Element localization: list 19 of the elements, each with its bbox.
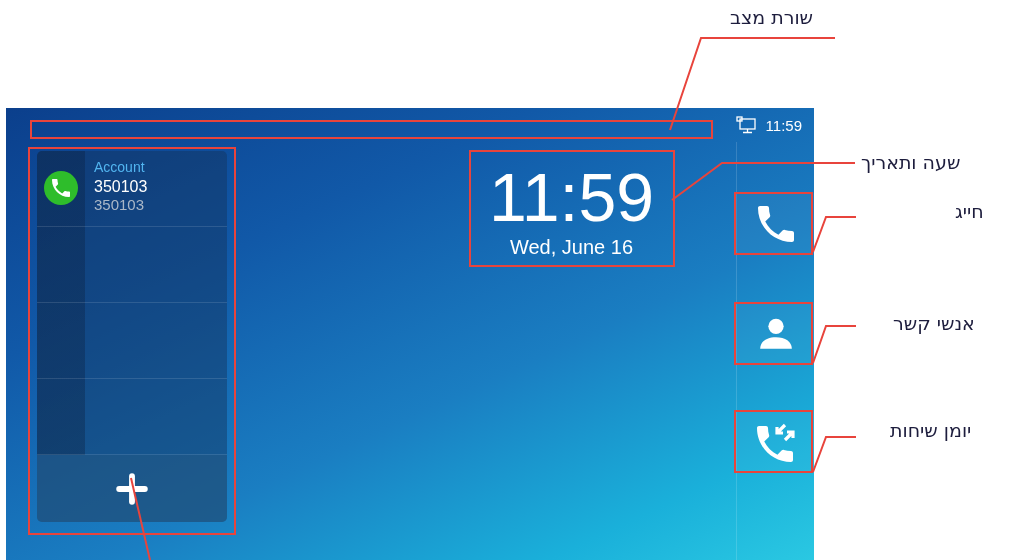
clock-time: 11:59: [488, 164, 655, 230]
account-name: 350103: [94, 178, 148, 196]
call-history-icon: [754, 421, 797, 462]
leader-line: [812, 325, 857, 364]
account-number: 350103: [94, 196, 146, 213]
callout-label: שעה ותאריך: [861, 151, 961, 173]
status-time: 11:59: [765, 116, 802, 134]
phone-icon: [44, 171, 78, 205]
network-icon: [735, 116, 756, 134]
account-label[interactable]: Account: [94, 159, 148, 175]
callout-label: שורת מצב: [730, 6, 814, 28]
add-account-button[interactable]: [37, 455, 227, 522]
callout-label: יומן שיחות: [890, 419, 972, 441]
phone-icon: [755, 203, 796, 244]
leader-line: [812, 216, 857, 253]
callout-label: חייג: [955, 200, 984, 222]
leader-line: [812, 436, 857, 473]
callout-label: אנשי קשר: [893, 312, 975, 334]
clock-date: Wed, June 16: [509, 236, 633, 259]
